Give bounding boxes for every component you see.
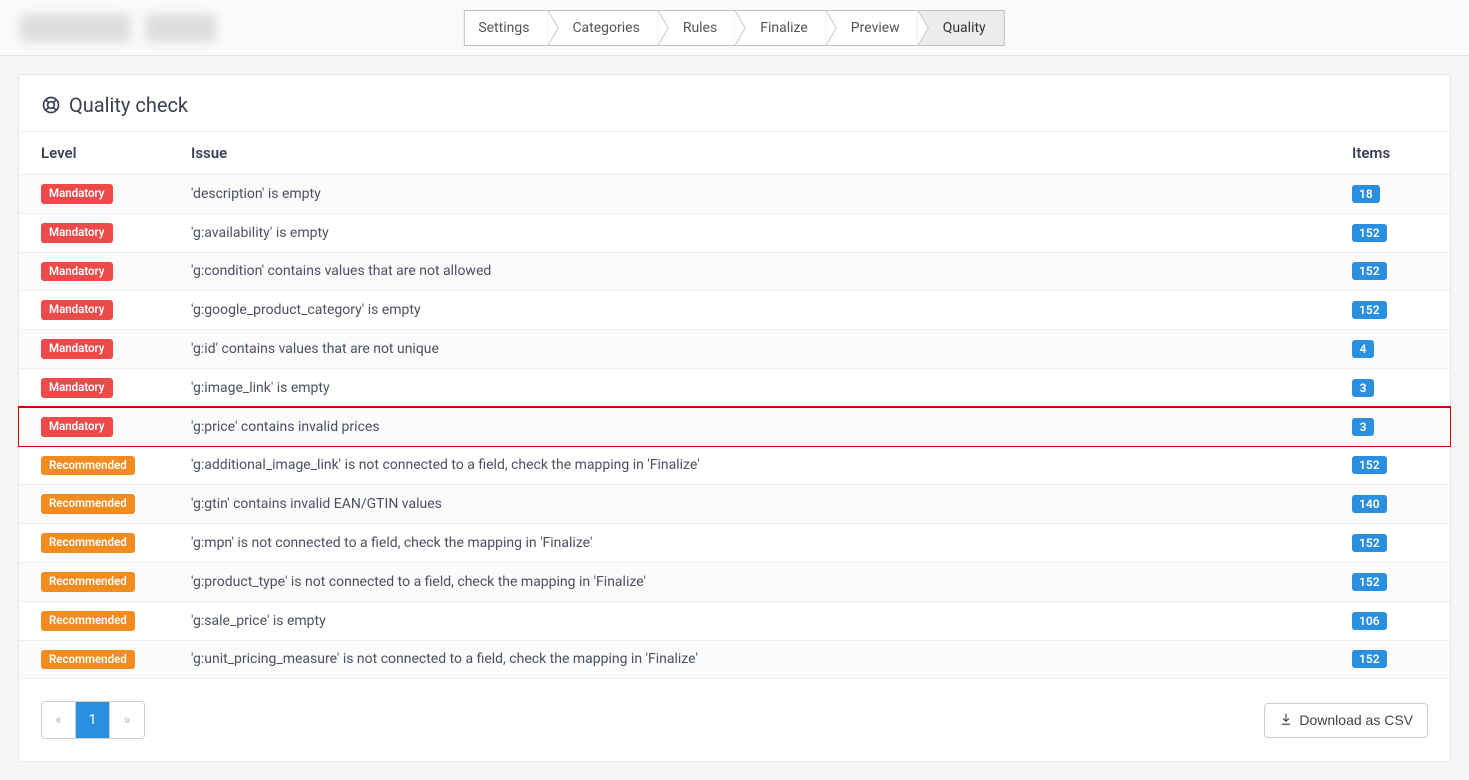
step-settings[interactable]: Settings bbox=[463, 10, 548, 46]
step-quality[interactable]: Quality bbox=[918, 10, 1005, 46]
table-row[interactable]: Mandatory 'description' is empty 18 bbox=[19, 175, 1450, 214]
level-badge: Mandatory bbox=[41, 417, 113, 437]
topbar-left bbox=[20, 14, 216, 42]
quality-panel: Quality check Level Issue Items Mandator… bbox=[18, 74, 1451, 762]
issues-table: Level Issue Items Mandatory 'description'… bbox=[19, 131, 1450, 679]
download-icon bbox=[1279, 712, 1293, 729]
issue-text: 'g:price' contains invalid prices bbox=[169, 407, 1330, 446]
table-row[interactable]: Mandatory 'g:condition' contains values t… bbox=[19, 252, 1450, 291]
issue-text: 'g:gtin' contains invalid EAN/GTIN value… bbox=[169, 485, 1330, 524]
page-next: » bbox=[110, 702, 144, 738]
table-row[interactable]: Recommended 'g:mpn' is not connected to a… bbox=[19, 524, 1450, 563]
level-badge: Recommended bbox=[41, 533, 135, 553]
topbar: SettingsCategoriesRulesFinalizePreviewQu… bbox=[0, 0, 1469, 56]
table-row[interactable]: Recommended 'g:gtin' contains invalid EAN… bbox=[19, 485, 1450, 524]
items-count: 18 bbox=[1352, 185, 1380, 203]
table-row[interactable]: Recommended 'g:additional_image_link' is … bbox=[19, 446, 1450, 485]
page-1[interactable]: 1 bbox=[76, 702, 110, 738]
items-count: 106 bbox=[1352, 612, 1387, 630]
panel-header: Quality check bbox=[19, 75, 1450, 131]
level-badge: Mandatory bbox=[41, 223, 113, 243]
items-count: 152 bbox=[1352, 224, 1387, 242]
table-row[interactable]: Mandatory 'g:image_link' is empty 3 bbox=[19, 368, 1450, 407]
issue-text: 'g:unit_pricing_measure' is not connecte… bbox=[169, 640, 1330, 679]
items-count: 152 bbox=[1352, 456, 1387, 474]
issue-text: 'g:mpn' is not connected to a field, che… bbox=[169, 524, 1330, 563]
lifebuoy-icon bbox=[41, 95, 61, 115]
panel-footer: «1» Download as CSV bbox=[19, 679, 1450, 761]
items-count: 152 bbox=[1352, 573, 1387, 591]
level-badge: Recommended bbox=[41, 494, 135, 514]
items-count: 152 bbox=[1352, 650, 1387, 668]
issue-text: 'g:additional_image_link' is not connect… bbox=[169, 446, 1330, 485]
issue-text: 'g:product_type' is not connected to a f… bbox=[169, 562, 1330, 601]
download-csv-button[interactable]: Download as CSV bbox=[1264, 703, 1428, 738]
issue-text: 'g:condition' contains values that are n… bbox=[169, 252, 1330, 291]
items-count: 152 bbox=[1352, 534, 1387, 552]
items-count: 140 bbox=[1352, 495, 1387, 513]
items-count: 152 bbox=[1352, 301, 1387, 319]
col-header-items: Items bbox=[1330, 132, 1450, 175]
table-row[interactable]: Recommended 'g:unit_pricing_measure' is n… bbox=[19, 640, 1450, 679]
panel-title: Quality check bbox=[69, 93, 188, 117]
level-badge: Mandatory bbox=[41, 378, 113, 398]
items-count: 4 bbox=[1352, 340, 1374, 358]
table-row[interactable]: Mandatory 'g:availability' is empty 152 bbox=[19, 213, 1450, 252]
issue-text: 'description' is empty bbox=[169, 175, 1330, 214]
issue-text: 'g:availability' is empty bbox=[169, 213, 1330, 252]
table-row[interactable]: Mandatory 'g:price' contains invalid pric… bbox=[19, 407, 1450, 446]
redacted-block bbox=[20, 14, 130, 42]
level-badge: Mandatory bbox=[41, 339, 113, 359]
issue-text: 'g:id' contains values that are not uniq… bbox=[169, 330, 1330, 369]
table-row[interactable]: Recommended 'g:sale_price' is empty 106 bbox=[19, 601, 1450, 640]
download-label: Download as CSV bbox=[1299, 712, 1413, 728]
step-categories[interactable]: Categories bbox=[547, 10, 658, 46]
col-header-issue: Issue bbox=[169, 132, 1330, 175]
items-count: 152 bbox=[1352, 262, 1387, 280]
level-badge: Recommended bbox=[41, 650, 135, 670]
level-badge: Mandatory bbox=[41, 184, 113, 204]
step-finalize[interactable]: Finalize bbox=[735, 10, 827, 46]
table-row[interactable]: Mandatory 'g:id' contains values that are… bbox=[19, 330, 1450, 369]
page-prev: « bbox=[42, 702, 76, 738]
items-count: 3 bbox=[1352, 418, 1374, 436]
table-row[interactable]: Recommended 'g:product_type' is not conne… bbox=[19, 562, 1450, 601]
level-badge: Mandatory bbox=[41, 262, 113, 282]
redacted-block bbox=[146, 14, 216, 42]
level-badge: Mandatory bbox=[41, 300, 113, 320]
issue-text: 'g:sale_price' is empty bbox=[169, 601, 1330, 640]
items-count: 3 bbox=[1352, 379, 1374, 397]
step-preview[interactable]: Preview bbox=[826, 10, 919, 46]
issue-text: 'g:image_link' is empty bbox=[169, 368, 1330, 407]
wizard-steps: SettingsCategoriesRulesFinalizePreviewQu… bbox=[464, 10, 1004, 46]
step-rules[interactable]: Rules bbox=[658, 10, 736, 46]
issue-text: 'g:google_product_category' is empty bbox=[169, 291, 1330, 330]
level-badge: Recommended bbox=[41, 611, 135, 631]
table-row[interactable]: Mandatory 'g:google_product_category' is … bbox=[19, 291, 1450, 330]
pagination: «1» bbox=[41, 701, 145, 739]
level-badge: Recommended bbox=[41, 456, 135, 476]
col-header-level: Level bbox=[19, 132, 169, 175]
level-badge: Recommended bbox=[41, 572, 135, 592]
